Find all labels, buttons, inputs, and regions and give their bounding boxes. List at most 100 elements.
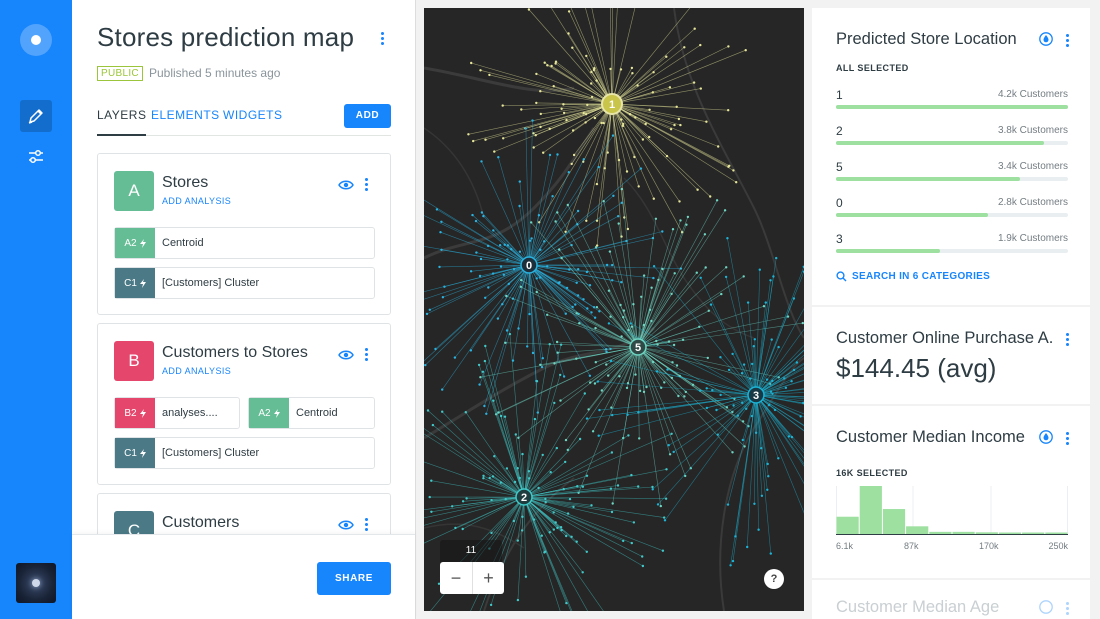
user-avatar[interactable] (16, 563, 56, 603)
widget-options-kebab-icon[interactable] (1062, 431, 1072, 445)
search-categories-link[interactable]: SEARCH IN 6 CATEGORIES (836, 271, 990, 282)
cluster-centroid-3[interactable]: 3 (747, 386, 765, 404)
customer-point (655, 370, 659, 373)
histogram-bar[interactable] (882, 509, 906, 534)
customer-point (571, 305, 574, 309)
layer-options-kebab-icon[interactable] (361, 347, 371, 361)
cluster-ray (557, 212, 639, 348)
category-row[interactable]: 0 2.8k Customers (836, 196, 1068, 232)
analysis-node[interactable]: B2 analyses.... (114, 397, 240, 429)
app-logo-icon[interactable] (20, 24, 52, 56)
analysis-node[interactable]: A2 Centroid (248, 397, 375, 429)
analysis-node-label: [Customers] Cluster (162, 447, 260, 459)
customer-point (663, 381, 666, 384)
page-title[interactable]: Stores prediction map (97, 22, 354, 53)
share-button[interactable]: SHARE (317, 562, 391, 595)
eye-icon[interactable] (338, 348, 354, 366)
add-layer-button[interactable]: ADD (344, 104, 391, 128)
category-row[interactable]: 5 3.4k Customers (836, 160, 1068, 196)
category-bar-track (836, 141, 1068, 145)
histogram-bar[interactable] (906, 526, 929, 534)
histogram-bar[interactable] (1022, 532, 1045, 535)
histogram-bar[interactable] (998, 532, 1022, 535)
customer-point (622, 309, 626, 312)
category-row[interactable]: 1 4.2k Customers (836, 88, 1068, 124)
customer-point (765, 378, 769, 381)
zoom-out-button[interactable]: − (440, 562, 472, 594)
customer-point (670, 376, 674, 380)
category-row[interactable]: 2 3.8k Customers (836, 124, 1068, 160)
add-analysis-link[interactable]: ADD ANALYSIS (162, 366, 231, 376)
widget-options-kebab-icon[interactable] (1062, 33, 1072, 47)
layer-name[interactable]: Customers to Stores (162, 344, 308, 362)
panel-footer: SHARE (72, 534, 415, 619)
customer-point (516, 598, 520, 602)
widget-options-kebab-icon[interactable] (1062, 332, 1072, 346)
widgets-panel: Predicted Store Location ALL SELECTED 1 … (812, 8, 1090, 619)
customer-point (735, 181, 738, 184)
histogram-bar[interactable] (952, 531, 975, 534)
analysis-node[interactable]: A2 Centroid (114, 227, 375, 259)
category-name: 1 (836, 88, 843, 102)
customer-point (497, 156, 500, 159)
customer-point (484, 344, 487, 348)
analysis-node[interactable]: C1 [Customers] Cluster (114, 267, 375, 299)
bolt-icon (139, 238, 146, 248)
color-drop-icon[interactable] (1039, 430, 1053, 449)
layer-card-stores[interactable]: A Stores ADD ANALYSIS A2 Centroid C1 [Cu… (97, 153, 391, 315)
sliders-icon[interactable] (20, 141, 52, 173)
layer-card-customers-to-stores[interactable]: B Customers to Stores ADD ANALYSIS B2 an… (97, 323, 391, 485)
histogram-bar[interactable] (1045, 532, 1068, 535)
layer-name[interactable]: Stores (162, 174, 208, 192)
customer-point (802, 270, 804, 273)
cluster-centroid-1[interactable]: 1 (601, 93, 623, 115)
category-value: 3.4k Customers (997, 161, 1068, 172)
histogram-tick-label: 250k (1048, 541, 1068, 551)
cluster-centroid-5[interactable]: 5 (629, 338, 647, 356)
customer-point (669, 128, 673, 131)
customer-point (546, 313, 549, 316)
cluster-ray (441, 221, 530, 266)
analysis-node[interactable]: C1 [Customers] Cluster (114, 437, 375, 469)
tab-layers[interactable]: LAYERS (97, 108, 147, 136)
map-options-kebab-icon[interactable] (377, 31, 387, 45)
customer-point (725, 266, 728, 269)
cluster-centroid-2[interactable]: 2 (515, 488, 533, 506)
color-drop-icon[interactable] (1039, 600, 1053, 619)
layer-name[interactable]: Customers (162, 514, 239, 532)
customer-point (777, 457, 780, 460)
color-drop-icon[interactable] (1039, 32, 1053, 51)
widget-title: Predicted Store Location (836, 30, 1017, 48)
cluster-ray (528, 172, 570, 266)
histogram-bar[interactable] (975, 532, 998, 534)
customer-point (570, 162, 573, 166)
histogram-bar[interactable] (859, 486, 882, 534)
eye-icon[interactable] (338, 178, 354, 196)
tab-elements[interactable]: ELEMENTS (151, 108, 220, 136)
tab-widgets[interactable]: WIDGETS (223, 108, 283, 136)
customer-point (677, 394, 680, 398)
zoom-in-button[interactable]: + (472, 562, 504, 594)
widget-title: Customer Median Income (836, 428, 1025, 446)
widget-options-kebab-icon[interactable] (1062, 601, 1072, 615)
layer-options-kebab-icon[interactable] (361, 517, 371, 531)
edit-pencil-icon[interactable] (20, 100, 52, 132)
income-histogram[interactable] (836, 486, 1068, 542)
category-bar-fill (836, 249, 941, 253)
map-help-button[interactable]: ? (764, 569, 784, 589)
add-analysis-link[interactable]: ADD ANALYSIS (162, 196, 231, 206)
customer-point (428, 495, 431, 499)
customer-point (770, 338, 773, 341)
customer-point (498, 244, 502, 247)
histogram-tick-label: 6.1k (836, 541, 854, 551)
histogram-bar[interactable] (929, 531, 952, 534)
customer-point (668, 453, 672, 456)
histogram-bar[interactable] (836, 516, 859, 534)
cluster-centroid-0[interactable]: 0 (520, 256, 538, 274)
layer-options-kebab-icon[interactable] (361, 177, 371, 191)
map-canvas[interactable]: 1 0 5 3 2 11 − + ? (424, 8, 804, 611)
category-row[interactable]: 3 1.9k Customers (836, 232, 1068, 268)
customer-point (531, 119, 534, 122)
customer-point (539, 90, 542, 93)
selection-status: 16K SELECTED (836, 468, 908, 478)
